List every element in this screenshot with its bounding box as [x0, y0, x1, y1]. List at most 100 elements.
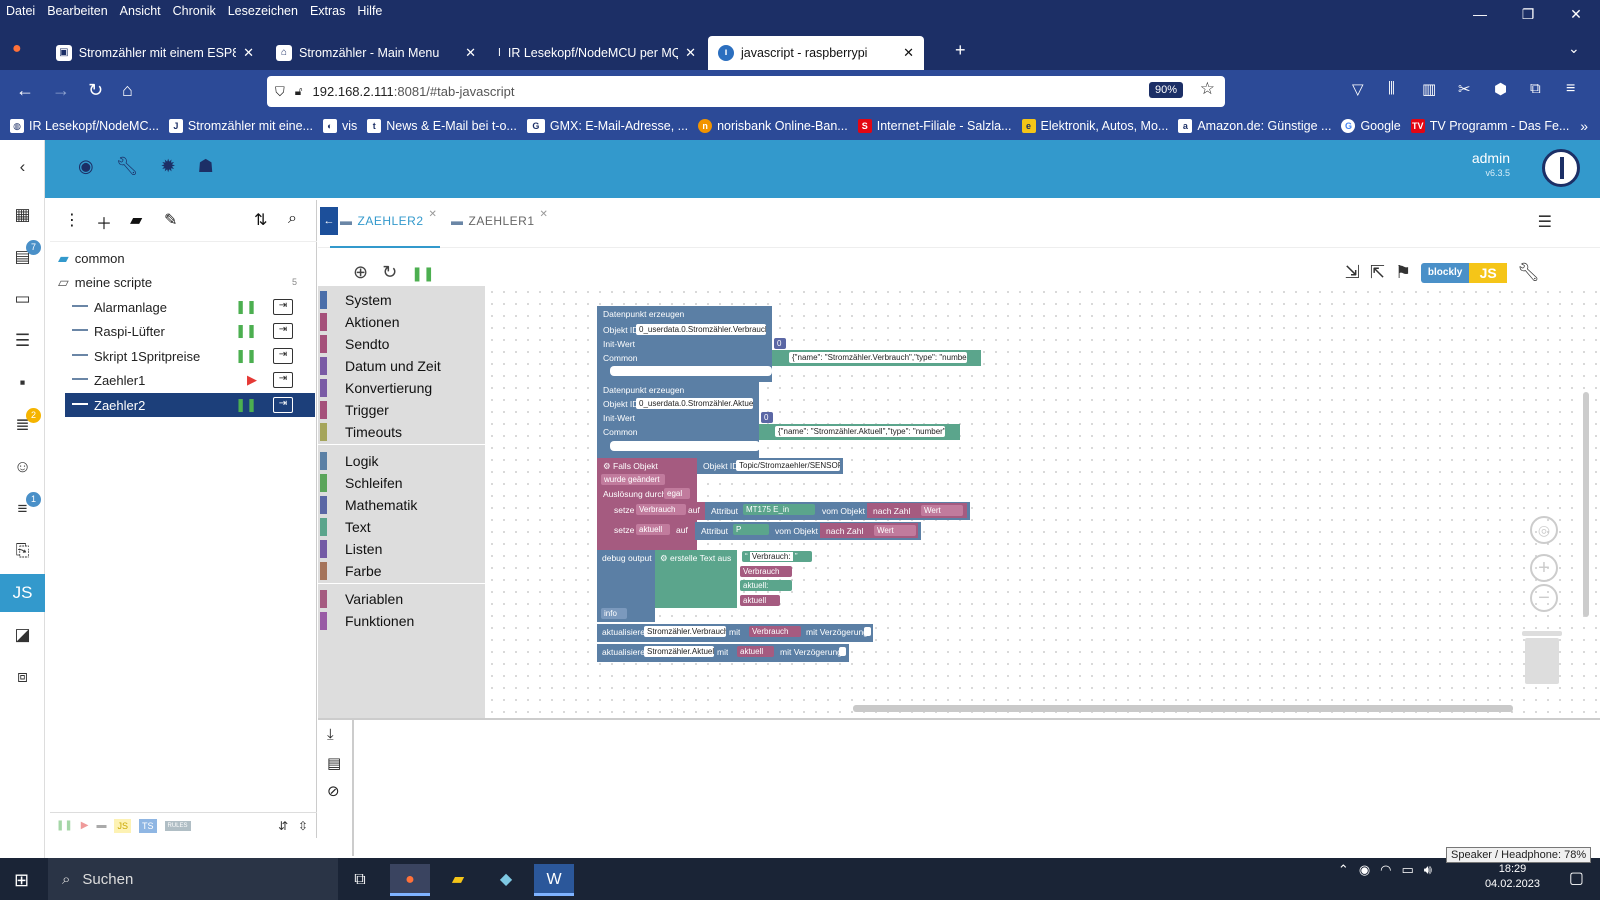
bookmark-item[interactable]: ◍ IR Lesekopf/NodeMC... [10, 119, 159, 133]
variable-dropdown[interactable]: aktuell [737, 646, 774, 657]
script-item-zaehler2[interactable]: Zaehler2 ❚❚ ⇥ [65, 393, 315, 417]
close-tab-icon[interactable]: ✕ [540, 209, 549, 220]
filter-stopped-icon[interactable]: ▶ [81, 820, 89, 831]
firefox-taskbar-icon[interactable]: ● [390, 864, 430, 896]
pause-icon[interactable]: ❚❚ [235, 323, 257, 339]
init-value-field[interactable]: 0 [761, 412, 773, 423]
forward-icon[interactable]: → [52, 80, 70, 101]
expand-all-icon[interactable]: ⇳ [298, 819, 308, 833]
attribute-text-field[interactable]: P [733, 524, 769, 535]
url-bar[interactable]: ⛉ 🔓︎ 192.168.2.111:8081/#tab-javascript … [267, 76, 1225, 107]
script-item-alarmanlage[interactable]: Alarmanlage ❚❚ ⇥ [50, 295, 315, 319]
download-log-icon[interactable]: ⤓ [327, 726, 334, 743]
target-object-field[interactable]: Stromzähler.Verbrauch [644, 626, 726, 637]
pause-icon[interactable]: ❚❚ [235, 397, 257, 413]
bookmark-item[interactable]: G GMX: E-Mail-Adresse, ... [526, 119, 688, 133]
browser-tab-javascript[interactable]: ı javascript - raspberrypi ✕ [708, 36, 924, 70]
string-field[interactable]: aktuell: [740, 580, 792, 591]
menu-lesezeichen[interactable]: Lesezeichen [228, 4, 298, 18]
pocket-icon[interactable]: ▽ [1352, 80, 1364, 98]
category-funktionen[interactable]: Funktionen [318, 610, 485, 632]
variable-dropdown[interactable]: aktuell [636, 524, 670, 535]
category-listen[interactable]: Listen [318, 538, 485, 560]
pause-script-icon[interactable]: ❚❚ [411, 262, 434, 284]
sidebar-icon[interactable]: ▥ [1422, 80, 1436, 98]
files-icon[interactable]: ⎘ [0, 532, 45, 570]
word-taskbar-icon[interactable]: W [534, 864, 574, 896]
toggle-log-icon[interactable]: ☰ [1538, 212, 1552, 232]
variable-dropdown[interactable]: Verbrauch [740, 566, 792, 577]
browser-tab-ir-lesekopf[interactable]: ǀ IR Lesekopf/NodeMCU per MQTT ✕ [488, 36, 706, 70]
logs-icon[interactable]: ≣ 2 [0, 406, 45, 444]
bookmark-star-icon[interactable]: ☆ [1200, 79, 1215, 99]
user-info[interactable]: admin v6.3.5 [1472, 150, 1510, 178]
menu-ansicht[interactable]: Ansicht [120, 4, 161, 18]
import-blocks-icon[interactable]: ⇱ [1370, 262, 1385, 283]
value-dropdown[interactable]: Wert [921, 505, 963, 516]
recenter-icon[interactable]: ◎ [1530, 516, 1558, 544]
common-json-field[interactable]: {"name": "Stromzähler.Verbrauch","type":… [789, 352, 967, 363]
objects-icon[interactable]: ▪ [0, 364, 45, 402]
enums-icon[interactable]: ≡ 1 [0, 490, 45, 528]
export-icon[interactable]: ⇥ [273, 323, 293, 339]
category-variablen[interactable]: Variablen [318, 588, 485, 610]
javascript-icon[interactable]: JS [0, 574, 45, 612]
close-tab-icon[interactable]: ✕ [243, 45, 254, 61]
delay-checkbox[interactable] [864, 627, 871, 636]
home-icon[interactable]: ⌂ [122, 80, 133, 101]
category-aktionen[interactable]: Aktionen [318, 311, 485, 333]
menu-icon[interactable]: ≡ [1566, 80, 1575, 98]
bookmark-item[interactable]: J Stromzähler mit eine... [168, 119, 313, 133]
lock-insecure-icon[interactable]: 🔓︎ [295, 84, 303, 99]
zoom-in-icon[interactable]: + [1530, 554, 1558, 582]
category-schleifen[interactable]: Schleifen [318, 472, 485, 494]
pause-icon[interactable]: ❚❚ [235, 348, 257, 364]
folder-meine-scripte[interactable]: ▱ meine scripte 5 [50, 270, 315, 294]
script-item-spritpreise[interactable]: Skript 1Spritpreise ❚❚ ⇥ [50, 344, 315, 368]
list-tabs-icon[interactable]: ⌄ [1568, 40, 1580, 57]
gear-icon[interactable]: ⚙ [660, 553, 668, 563]
menu-chronik[interactable]: Chronik [173, 4, 216, 18]
close-window-button[interactable]: ✕ [1552, 0, 1600, 28]
category-konvertierung[interactable]: Konvertierung [318, 377, 485, 399]
locate-icon[interactable]: ⊕ [353, 262, 368, 284]
more-bookmarks-icon[interactable]: » [1580, 118, 1588, 134]
taskbar-search[interactable]: ⌕ Suchen [48, 858, 338, 900]
script-item-zaehler1[interactable]: Zaehler1 ▶ ⇥ [50, 368, 315, 392]
variable-dropdown[interactable]: Verbrauch [749, 626, 801, 637]
trigger-object-id-field[interactable]: Topic/Stromzaehler/SENSOR [736, 460, 840, 471]
add-folder-icon[interactable]: ▰ [130, 210, 142, 230]
expert-mode-icon[interactable]: ☗ [198, 156, 214, 177]
export-icon[interactable]: ⇥ [273, 348, 293, 364]
firefox-menu-icon[interactable]: ● [12, 40, 22, 58]
menu-extras[interactable]: Extras [310, 4, 345, 18]
back-arrow-icon[interactable]: ← [320, 207, 338, 235]
filter-running-icon[interactable]: ❚❚ [56, 820, 73, 831]
trigger-condition-dropdown[interactable]: wurde geändert [601, 474, 665, 485]
category-text[interactable]: Text [318, 516, 485, 538]
bookmark-item[interactable]: ◐ vis [322, 119, 357, 133]
category-logik[interactable]: Logik [318, 450, 485, 472]
object-id-field[interactable]: 0_userdata.0.Stromzähler.Verbrauch [636, 324, 766, 335]
init-value-field[interactable]: 0 [774, 338, 786, 349]
zoom-level-badge[interactable]: 90% [1148, 82, 1183, 98]
add-script-icon[interactable]: ＋ [96, 210, 112, 234]
variable-dropdown[interactable]: aktuell [740, 595, 780, 606]
extension-icon[interactable]: ✂ [1458, 80, 1471, 98]
collapse-chevron-icon[interactable]: ‹ [0, 148, 45, 186]
theme-icon[interactable]: ✹ [161, 156, 176, 177]
ublock-icon[interactable]: ⬢ [1494, 80, 1507, 98]
shield-icon[interactable]: ⛉ [275, 84, 285, 100]
zoom-out-icon[interactable]: − [1530, 584, 1558, 612]
filter-blockly-icon[interactable]: ▬ [96, 820, 106, 831]
category-mathematik[interactable]: Mathematik [318, 494, 485, 516]
notifications-icon[interactable]: ▢ [1569, 868, 1584, 888]
workspace-horizontal-scrollbar[interactable] [853, 705, 1513, 712]
bookmark-item[interactable]: n norisbank Online-Ban... [698, 119, 848, 133]
export-icon[interactable]: ⇥ [273, 372, 293, 388]
filter-ts-tag[interactable]: TS [138, 818, 157, 833]
menu-hilfe[interactable]: Hilfe [357, 4, 382, 18]
close-tab-icon[interactable]: ✕ [903, 45, 914, 61]
flag-checkered-icon[interactable]: ⚑ [1395, 262, 1411, 283]
minimize-button[interactable]: — [1456, 0, 1504, 28]
